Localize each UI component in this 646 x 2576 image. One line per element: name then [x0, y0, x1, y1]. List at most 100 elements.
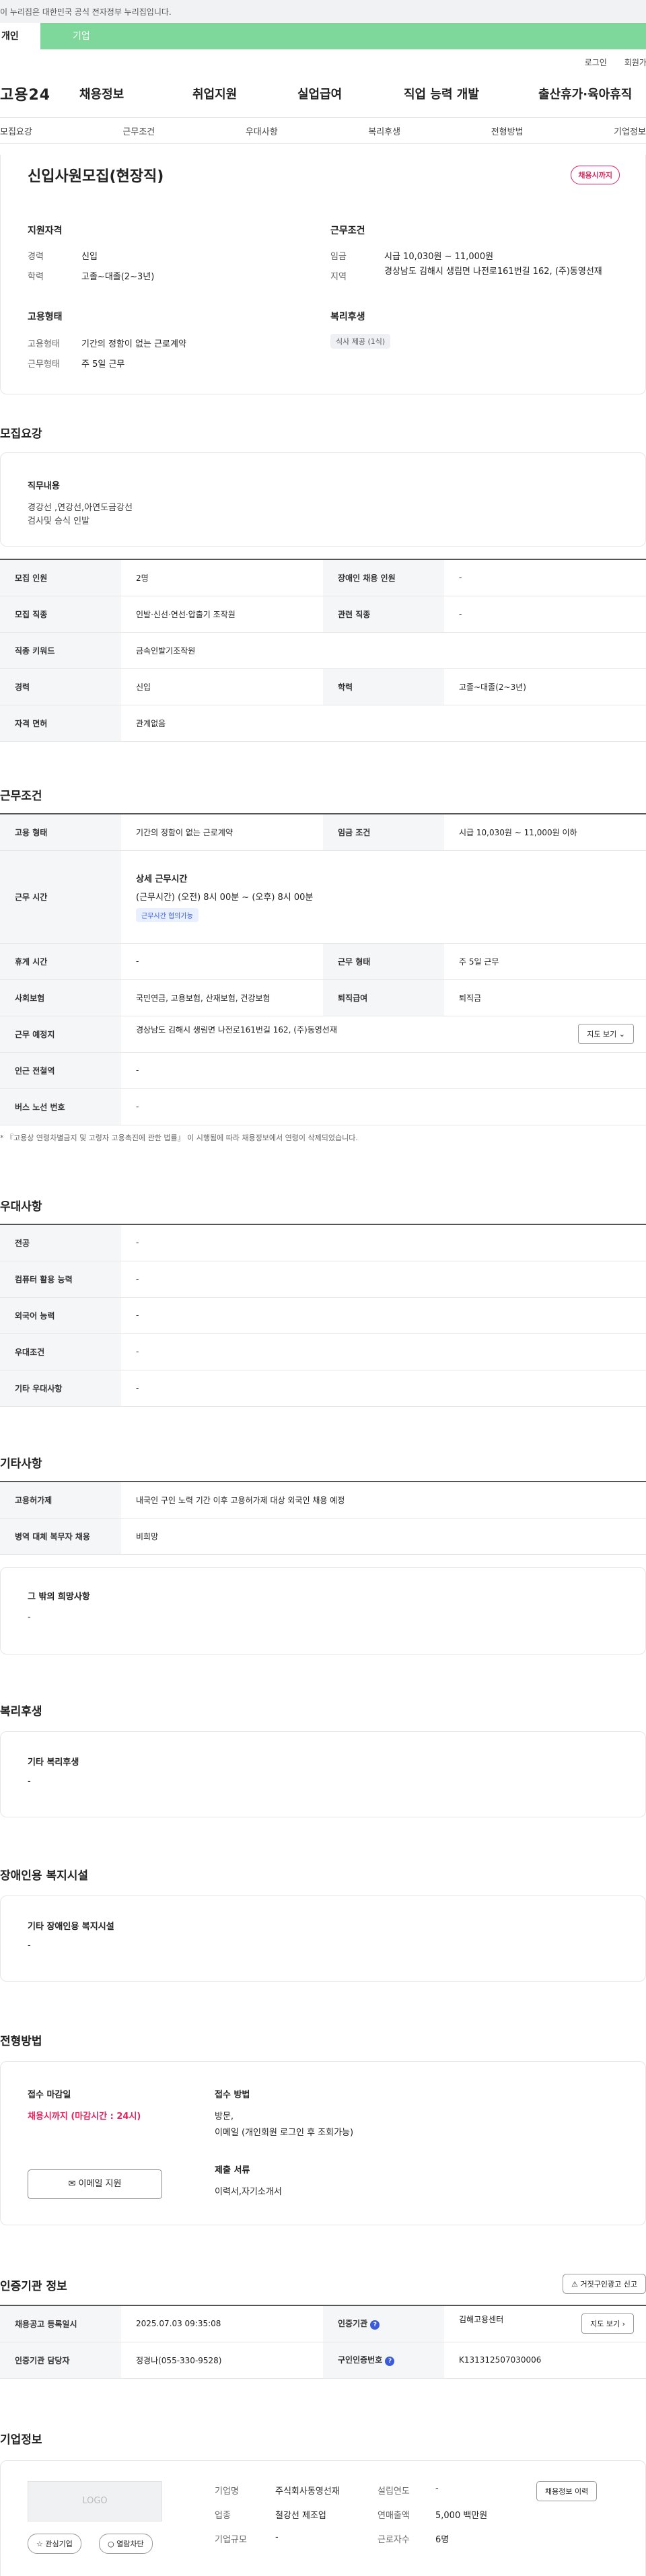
table-header-cell: 버스 노선 번호: [0, 1088, 121, 1125]
screening-box: 접수 마감일 채용시까지 (마감시간 : 24시) ✉ 이메일 지원 접수 방법…: [0, 2061, 646, 2225]
table-header-cell: 고용허가제: [0, 1482, 121, 1519]
company-box: LOGO ☆ 관심기업 ○ 열람차단 기업명 주식회사동영선재 설립연도 - 업…: [0, 2460, 646, 2576]
tab-preferences[interactable]: 우대사항: [246, 125, 278, 137]
method-value-1: 방문,: [215, 2112, 234, 2122]
work-time-cell: 상세 근무시간 (근무시간) (오전) 8시 00분 ~ (오후) 8시 00분…: [121, 850, 646, 944]
sales-value: 5,000 백만원: [435, 2511, 488, 2521]
gnb-item-unemployment-benefit[interactable]: 실업급여: [297, 85, 404, 102]
table-row: 전공 -: [0, 1224, 646, 1261]
chevron-right-icon: ›: [622, 2320, 625, 2329]
map-button[interactable]: 지도 보기 ⌄: [578, 1024, 634, 1044]
found-year-label: 설립연도: [378, 2486, 410, 2497]
tab-screening[interactable]: 전형방법: [491, 125, 524, 137]
docs-value: 이력서,자기소개서: [215, 2187, 282, 2197]
table-cell: -: [121, 1333, 646, 1370]
disability-box-value: -: [28, 1941, 31, 1951]
employees-value: 6명: [435, 2535, 450, 2545]
section-tabs: 모집요강 근무조건 우대사항 복리후생 전형방법 기업정보: [0, 117, 646, 144]
deadline-badge: 채용시까지: [571, 166, 620, 184]
agency-map-label: 지도 보기: [590, 2320, 620, 2329]
tab-individual[interactable]: 개인: [0, 23, 40, 50]
table-row: 인근 전철역 -: [0, 1052, 646, 1089]
table-cell: 2명: [121, 559, 323, 596]
table-row: 고용허가제 내국인 구인 노력 기간 이후 고용허가제 대상 외국인 채용 예정: [0, 1482, 646, 1519]
table-cell: 비희망: [121, 1518, 646, 1555]
tab-recruit[interactable]: 모집요강: [0, 125, 32, 137]
gnb-item-employment-support[interactable]: 취업지원: [192, 85, 297, 102]
recruit-section-title: 모집요강: [0, 427, 42, 441]
info-icon[interactable]: ?: [385, 2357, 395, 2366]
region-value: 경상남도 김해시 생림면 나전로161번길 162, (주)동영선재: [384, 267, 602, 277]
agency-map-button[interactable]: 지도 보기 ›: [581, 2313, 634, 2334]
tab-company[interactable]: 기업정보: [614, 125, 646, 137]
user-type-tabs: 개인 기업: [0, 23, 646, 50]
industry-value: 철강선 제조업: [275, 2511, 326, 2521]
table-header-cell: 기타 우대사항: [0, 1370, 121, 1407]
table-row: 인증기관 담당자 정경나(055-330-9528) 구인인증번호 ? K131…: [0, 2342, 646, 2379]
table-header-cell: 인증기관 ?: [323, 2305, 444, 2342]
table-header-cell: 근무 형태: [323, 943, 444, 980]
pref-section-title: 우대사항: [0, 1200, 42, 1214]
table-cell: 금속인발기조작원: [121, 632, 646, 669]
table-cell: 2025.07.03 09:35:08: [121, 2305, 323, 2342]
table-row: 버스 노선 번호 -: [0, 1088, 646, 1125]
table-row: 모집 인원 2명 장애인 채용 인원 -: [0, 559, 646, 596]
emp-type-value: 기간의 정함이 없는 근로계약: [81, 339, 186, 349]
gnb-item-parental-leave[interactable]: 출산휴가·육아휴직: [538, 85, 646, 102]
table-row: 직종 키워드 금속인발기조작원: [0, 632, 646, 669]
table-row: 채용공고 등록일시 2025.07.03 09:35:08 인증기관 ? 김해고…: [0, 2305, 646, 2342]
info-icon[interactable]: ?: [370, 2320, 380, 2330]
agency-section-title: 인증기관 정보: [0, 2280, 67, 2293]
work-table: 고용 형태 기간의 정함이 없는 근로계약 임금 조건 시급 10,030원 ~…: [0, 813, 646, 1125]
tab-corporate[interactable]: 기업: [40, 23, 646, 49]
table-header-cell: 자격 면허: [0, 705, 121, 742]
site-logo[interactable]: 고용24: [0, 83, 79, 104]
table-cell: -: [121, 1224, 646, 1261]
table-cell: 퇴직금: [444, 979, 646, 1016]
table-header-cell: 컴퓨터 활용 능력: [0, 1261, 121, 1298]
table-header-cell: 장애인 채용 인원: [323, 559, 444, 596]
login-link[interactable]: 로그인: [585, 57, 607, 70]
table-header-cell: 모집 인원: [0, 559, 121, 596]
welfare-box-heading: 기타 복리후생: [28, 1757, 79, 1768]
deadline-value: 채용시까지 (마감시간 : 24시): [28, 2112, 141, 2122]
company-section-title: 기업정보: [0, 2433, 42, 2447]
favorite-company-label: 관심기업: [45, 2540, 73, 2548]
table-header-cell: 병역 대체 복무자 채용: [0, 1518, 121, 1555]
employees-label: 근로자수: [378, 2535, 410, 2545]
table-row: 근무 시간 상세 근무시간 (근무시간) (오전) 8시 00분 ~ (오후) …: [0, 850, 646, 944]
table-cell: 기간의 정함이 없는 근로계약: [121, 814, 323, 851]
table-row: 병역 대체 복무자 채용 비희망: [0, 1518, 646, 1555]
table-cell: 내국인 구인 노력 기간 이후 고용허가제 대상 외국인 채용 예정: [121, 1482, 646, 1519]
region-label: 지역: [330, 272, 347, 282]
table-cell: -: [121, 943, 323, 980]
found-year-value: -: [435, 2484, 439, 2494]
table-header-cell: 사회보험: [0, 979, 121, 1016]
job-history-button[interactable]: 채용정보 이력: [536, 2481, 598, 2501]
table-header-cell: 직종 키워드: [0, 632, 121, 669]
report-fake-ad-button[interactable]: ⚠ 거짓구인광고 신고: [563, 2274, 646, 2294]
table-header-cell: 인증기관 담당자: [0, 2342, 121, 2379]
screening-section-title: 전형방법: [0, 2035, 42, 2048]
email-apply-button[interactable]: ✉ 이메일 지원: [28, 2169, 162, 2199]
job-content-line1: 경강선 ,연강선,아연도금강선: [28, 503, 133, 513]
table-row: 기타 우대사항 -: [0, 1370, 646, 1407]
tab-work-conditions[interactable]: 근무조건: [122, 125, 155, 137]
favorite-company-button[interactable]: ☆ 관심기업: [28, 2534, 81, 2554]
global-nav: 고용24 채용정보 취업지원 실업급여 직업 능력 개발 출산휴가·육아휴직: [0, 70, 646, 117]
table-header-cell: 근무 시간: [0, 850, 121, 944]
work-time-title: 상세 근무시간: [136, 874, 188, 884]
gnb-item-jobs[interactable]: 채용정보: [79, 85, 192, 102]
table-row: 경력 신입 학력 고졸~대졸(2~3년): [0, 668, 646, 705]
tab-welfare[interactable]: 복리후생: [368, 125, 400, 137]
work-time-value: (근무시간) (오전) 8시 00분 ~ (오후) 8시 00분: [136, 892, 314, 903]
block-view-button[interactable]: ○ 열람차단: [99, 2534, 153, 2554]
table-header-cell: 우대조건: [0, 1333, 121, 1370]
other-wishes-box: 그 밖의 희망사항 -: [0, 1567, 646, 1655]
table-header-cell: 외국어 능력: [0, 1297, 121, 1334]
gnb-item-vocational-training[interactable]: 직업 능력 개발: [404, 85, 538, 102]
join-link[interactable]: 회원가입: [624, 57, 646, 70]
other-wishes-heading: 그 밖의 희망사항: [28, 1592, 90, 1602]
table-cell: 고졸~대졸(2~3년): [444, 668, 646, 705]
recruit-table: 모집 인원 2명 장애인 채용 인원 - 모집 직종 인발·신선·연선·압출기 …: [0, 559, 646, 742]
